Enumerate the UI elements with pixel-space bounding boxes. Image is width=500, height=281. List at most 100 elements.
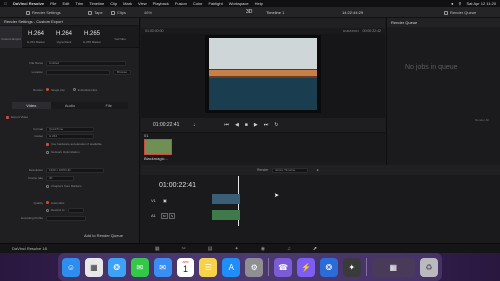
render-settings-panel: Render Settings - Custom Export Custom E… xyxy=(0,18,140,245)
calendar-icon[interactable]: APR 1 xyxy=(176,257,195,277)
render-queue-toggle[interactable]: Render Queue xyxy=(444,10,476,15)
export-video-row[interactable]: Export Video xyxy=(0,114,140,120)
menu-timeline[interactable]: Timeline xyxy=(89,1,104,6)
appstore-icon[interactable]: A xyxy=(222,257,241,277)
page-media-icon[interactable]: ▦ xyxy=(155,246,160,252)
add-to-render-queue-button[interactable]: Add to Render Queue xyxy=(84,233,123,238)
hw-accel-row[interactable]: Use hardware acceleration if available xyxy=(0,141,140,147)
menu-playback[interactable]: Playback xyxy=(153,1,169,6)
menu-workspace[interactable]: Workspace xyxy=(229,1,249,6)
network-opt-row[interactable]: Network Optimization xyxy=(0,149,140,155)
menu-view[interactable]: View xyxy=(138,1,147,6)
mode-3d-button[interactable]: 3D xyxy=(246,9,252,15)
top-timecode: 14:22:44:29 xyxy=(342,10,364,15)
play-icon[interactable]: ▶ xyxy=(254,122,258,128)
solo-button[interactable]: S xyxy=(169,213,176,219)
render-all-button[interactable]: Render All xyxy=(475,118,489,122)
video-clip-block[interactable] xyxy=(212,194,240,204)
menu-app-name[interactable]: DaVinci Resolve xyxy=(13,1,44,6)
codec-row: Codec H.264 xyxy=(0,133,140,139)
go-to-start-icon[interactable]: ⏮ xyxy=(224,122,229,128)
viewer-zoom[interactable]: 46% xyxy=(144,10,152,15)
menu-color[interactable]: Color xyxy=(193,1,203,6)
loop-icon[interactable]: ↻ xyxy=(274,122,278,128)
menu-fairlight[interactable]: Fairlight xyxy=(208,1,222,6)
menu-file[interactable]: File xyxy=(50,1,56,6)
messenger-icon[interactable]: ⚡ xyxy=(297,257,315,277)
quality-restrict-row[interactable]: Restrict to xyxy=(0,207,140,213)
location-field[interactable] xyxy=(46,69,110,75)
render-settings-toggle[interactable]: Render Settings xyxy=(26,10,61,15)
page-edit-icon[interactable]: ▤ xyxy=(208,246,213,252)
export-video-checkbox[interactable] xyxy=(6,115,9,119)
viber-icon[interactable]: ☎ xyxy=(274,257,292,277)
clips-toggle[interactable]: Clips xyxy=(111,10,126,15)
safari-icon[interactable]: ❂ xyxy=(107,257,126,277)
page-fusion-icon[interactable]: ✦ xyxy=(235,246,239,252)
chapters-checkbox[interactable] xyxy=(46,184,49,188)
tab-file[interactable]: File xyxy=(89,102,128,109)
browse-button[interactable]: Browse xyxy=(113,69,131,75)
mail-icon[interactable]: ✉ xyxy=(153,257,172,277)
resolve-icon[interactable]: ✦ xyxy=(342,257,361,277)
codec-select[interactable]: H.264 xyxy=(46,133,94,139)
audio-clip-block[interactable] xyxy=(212,210,240,220)
render-range-select[interactable]: Entire Timeline xyxy=(272,167,309,173)
encoding-select[interactable] xyxy=(46,215,86,221)
menu-edit[interactable]: Edit xyxy=(63,1,70,6)
screens-icon[interactable]: ▦ xyxy=(371,257,416,277)
launchpad-icon[interactable]: ▦ xyxy=(84,257,103,277)
messages-icon[interactable]: ✉ xyxy=(130,257,149,277)
preset-h264-master[interactable]: H.264 H.264 Master xyxy=(22,26,50,48)
menu-help[interactable]: Help xyxy=(255,1,263,6)
clips-icon xyxy=(111,10,115,15)
timeline-zoom-icon[interactable]: ● xyxy=(316,168,318,172)
notes-icon[interactable]: ☰ xyxy=(199,257,218,277)
menu-clip[interactable]: Clip xyxy=(110,1,117,6)
quality-restrict-radio[interactable] xyxy=(46,208,49,212)
apple-icon[interactable]:  xyxy=(4,1,7,6)
single-clip-radio[interactable]: Single clip xyxy=(46,88,65,92)
step-back-icon[interactable]: ◀ xyxy=(235,122,239,128)
network-opt-checkbox[interactable] xyxy=(46,150,49,154)
preset-custom-export[interactable]: Custom Export xyxy=(0,26,22,48)
search-icon[interactable]: ⚲ xyxy=(459,1,462,6)
browser-icon[interactable]: ❂ xyxy=(319,257,338,277)
menu-trim[interactable]: Trim xyxy=(75,1,83,6)
quality-restrict-field[interactable] xyxy=(67,207,84,213)
tab-video[interactable]: Video xyxy=(12,102,51,109)
preset-youtube[interactable]: YouTube xyxy=(106,26,134,48)
menu-fusion[interactable]: Fusion xyxy=(175,1,187,6)
trash-icon[interactable]: ♻ xyxy=(420,257,438,277)
volume-icon[interactable]: ♩ xyxy=(193,122,198,128)
menubar-clock[interactable]: Sat Apr 12 11:20 xyxy=(466,1,496,6)
settings-icon[interactable]: ⚙ xyxy=(245,257,264,277)
preset-hyperdeck[interactable]: H.264 HyperDeck xyxy=(50,26,78,48)
timeline-name[interactable]: Timeline 1 xyxy=(266,10,284,15)
page-deliver-icon[interactable]: ➚ xyxy=(313,246,317,252)
stop-icon[interactable]: ■ xyxy=(245,122,248,128)
menu-mark[interactable]: Mark xyxy=(123,1,132,6)
format-select[interactable]: QuickTime xyxy=(46,126,94,132)
page-cut-icon[interactable]: ✂ xyxy=(182,246,186,252)
mute-button[interactable]: M xyxy=(161,213,168,219)
framerate-select[interactable]: 30 xyxy=(46,175,74,181)
chapters-row[interactable]: Chapters from Markers xyxy=(0,183,140,189)
hw-accel-checkbox[interactable] xyxy=(46,142,49,146)
tab-audio[interactable]: Audio xyxy=(51,102,90,109)
tape-toggle[interactable]: Tape xyxy=(88,10,103,15)
go-to-end-icon[interactable]: ⏭ xyxy=(264,122,269,128)
preset-h265-master[interactable]: H.265 H.265 Master xyxy=(78,26,106,48)
codec-label: Codec xyxy=(34,134,43,138)
page-fairlight-icon[interactable]: ♫ xyxy=(287,246,291,252)
filename-field[interactable]: Untitled xyxy=(46,60,126,66)
chapters-label: Chapters from Markers xyxy=(51,184,82,188)
wifi-icon[interactable]: ● xyxy=(451,1,453,6)
clip-index: 01 xyxy=(144,133,149,138)
quality-auto-radio[interactable]: Automatic xyxy=(46,201,64,205)
finder-icon[interactable]: ☺ xyxy=(62,257,80,277)
resolution-select[interactable]: 1920 x 1080 HD xyxy=(46,167,104,173)
clip-thumbnail[interactable] xyxy=(144,139,172,155)
page-color-icon[interactable]: ◉ xyxy=(261,246,265,252)
individual-clips-radio[interactable]: Individual clips xyxy=(72,88,97,92)
